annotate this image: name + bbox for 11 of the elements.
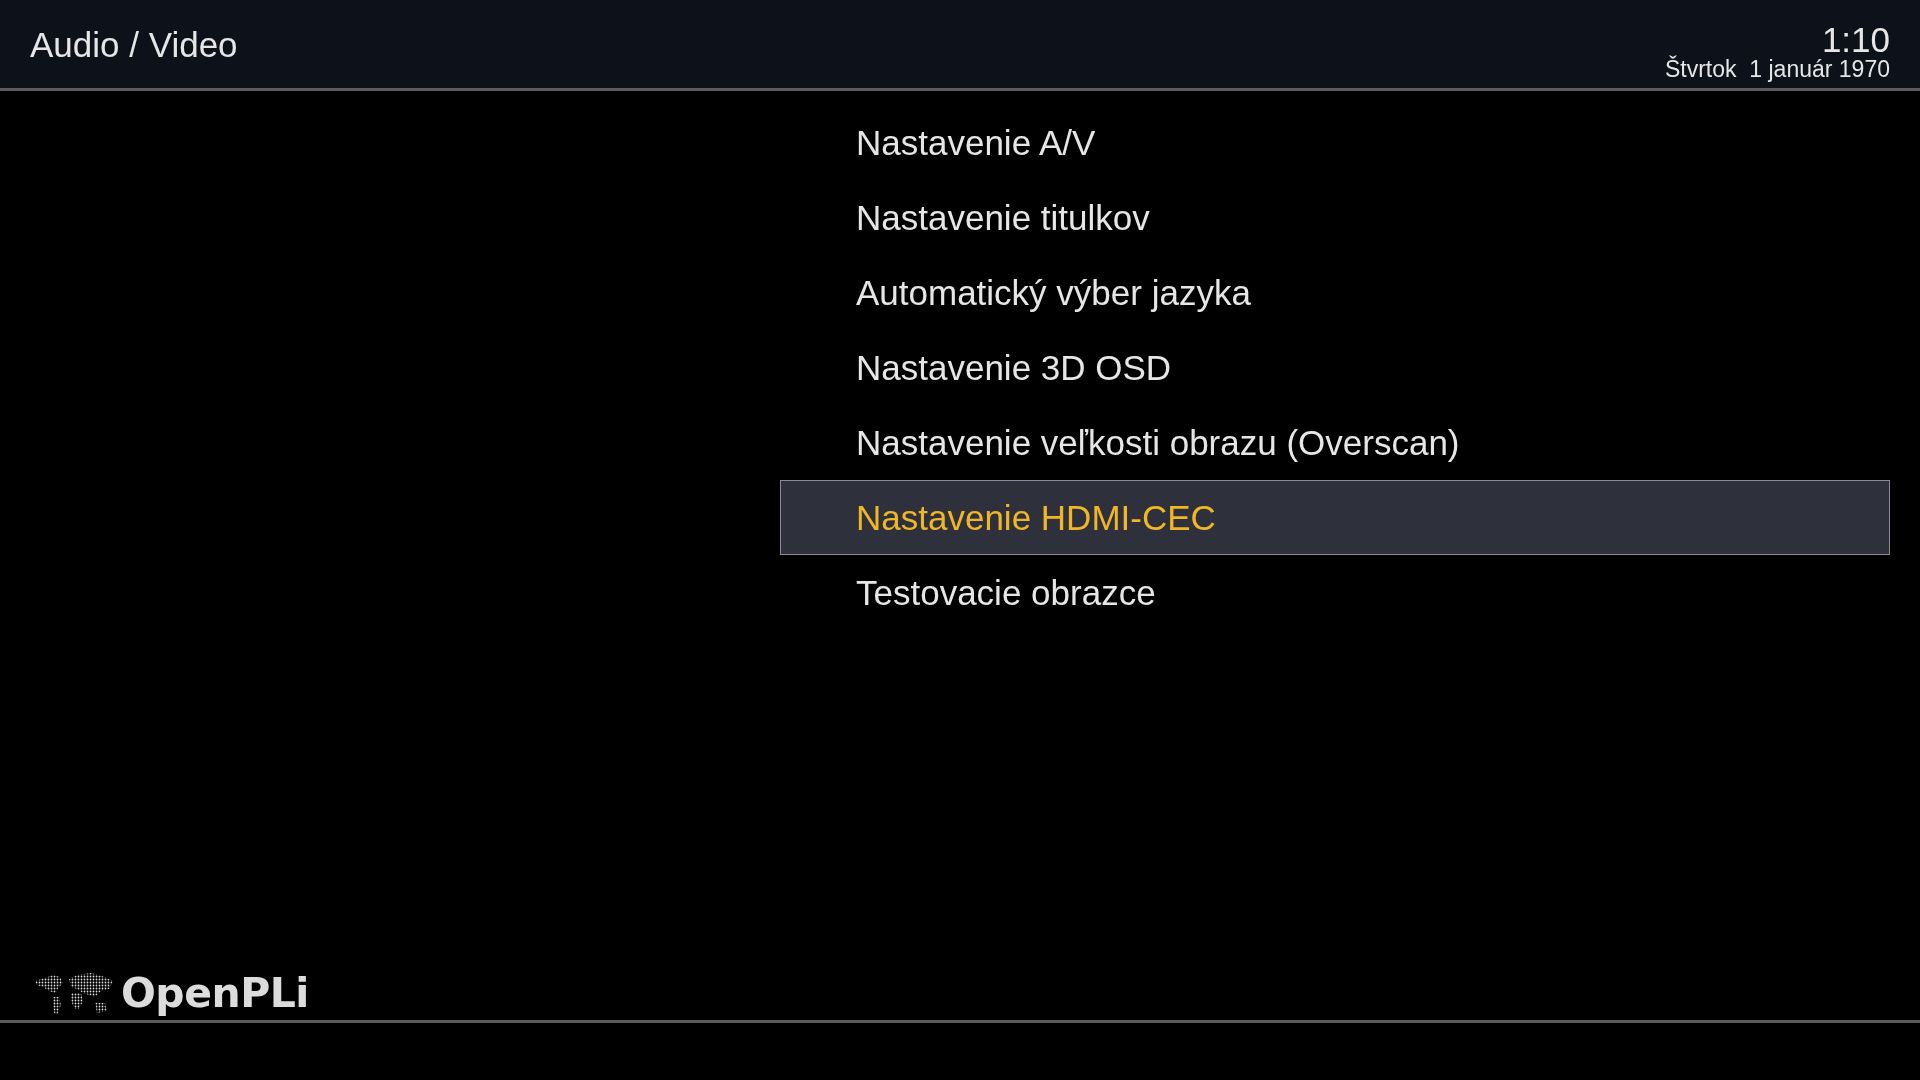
menu-item[interactable]: Nastavenie titulkov	[780, 180, 1890, 255]
menu-item[interactable]: Nastavenie 3D OSD	[780, 330, 1890, 405]
menu-item[interactable]: Nastavenie veľkosti obrazu (Overscan)	[780, 405, 1890, 480]
menu-item[interactable]: Nastavenie HDMI-CEC	[780, 480, 1890, 555]
menu-item[interactable]: Automatický výber jazyka	[780, 255, 1890, 330]
logo-wordmark: OpenPLi	[121, 969, 309, 1017]
menu-item[interactable]: Testovacie obrazce	[780, 555, 1890, 630]
menu-item[interactable]: Nastavenie A/V	[780, 105, 1890, 180]
clock-date: Štvrtok 1 január 1970	[1664, 56, 1890, 82]
screen-title: Audio / Video	[30, 25, 238, 65]
clock-time: 1:10	[1821, 24, 1890, 56]
